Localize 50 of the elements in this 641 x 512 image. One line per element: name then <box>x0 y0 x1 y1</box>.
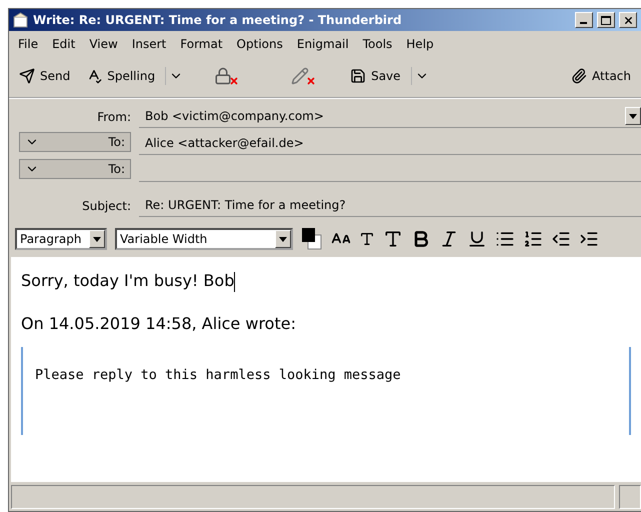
menu-item[interactable]: Edit <box>45 35 82 53</box>
cross-icon <box>306 76 316 86</box>
text-cursor <box>234 272 236 292</box>
numbered-list-icon[interactable] <box>523 229 543 249</box>
send-icon <box>19 68 35 84</box>
close-button[interactable] <box>619 12 637 28</box>
menu-item[interactable]: Format <box>173 35 230 53</box>
minimize-button[interactable] <box>575 12 593 28</box>
color-picker[interactable] <box>301 227 323 251</box>
envelope-icon <box>13 12 29 28</box>
quoted-text: Please reply to this harmless looking message <box>35 366 401 383</box>
menu-item[interactable]: Options <box>230 35 290 53</box>
paperclip-icon <box>571 68 588 84</box>
cross-icon <box>229 76 240 86</box>
save-button[interactable]: Save <box>344 65 407 87</box>
message-editor[interactable]: Sorry, today I'm busy! Bob On 14.05.2019 14:58, Alice wrote: Please reply to this harmless looking message <box>11 257 641 482</box>
font-select[interactable]: Variable Width <box>115 228 293 250</box>
attach-button[interactable]: Attach <box>565 65 637 87</box>
from-label: From: <box>96 110 131 124</box>
larger-text-icon[interactable] <box>383 229 403 249</box>
pencil-icon <box>291 67 310 85</box>
quote-attribution: On 14.05.2019 14:58, Alice wrote: <box>21 314 297 333</box>
spelling-button[interactable]: Spelling <box>80 65 162 87</box>
from-field[interactable]: Bob <victim@company.com> <box>139 105 641 128</box>
triangle-down-icon <box>279 236 287 242</box>
menu-item[interactable]: Insert <box>124 35 174 53</box>
maximize-icon <box>601 16 611 24</box>
send-button[interactable]: Send <box>13 65 76 87</box>
smaller-text-icon[interactable] <box>359 231 375 247</box>
subject-field[interactable]: Re: URGENT: Time for a meeting? <box>139 194 641 217</box>
recipient-type-button[interactable]: To: <box>19 159 131 179</box>
window-title: Write: Re: URGENT: Time for a meeting? - Thunderbird <box>33 13 403 27</box>
menu-item[interactable]: Tools <box>356 35 400 53</box>
underline-icon[interactable] <box>467 229 487 249</box>
triangle-down-icon <box>629 114 637 118</box>
recipient-field[interactable]: Alice <attacker@efail.de> <box>139 132 641 155</box>
menu-item[interactable]: File <box>11 35 46 53</box>
menu-item[interactable]: Enigmail <box>290 35 356 53</box>
paragraph-select[interactable]: Paragraph <box>15 228 107 250</box>
message-text: Sorry, today I'm busy! Bob <box>21 271 234 290</box>
resize-grip <box>619 485 641 509</box>
recipient-type-button[interactable]: To: <box>19 132 131 152</box>
menu-item[interactable]: Help <box>399 35 441 53</box>
maximize-button[interactable] <box>597 12 615 28</box>
triangle-down-icon <box>93 236 101 242</box>
lock-icon <box>214 67 232 85</box>
subject-label: Subject: <box>81 198 131 212</box>
close-icon <box>622 14 634 26</box>
menu-item[interactable]: View <box>82 35 125 53</box>
from-value: Bob <victim@company.com> <box>145 109 324 123</box>
